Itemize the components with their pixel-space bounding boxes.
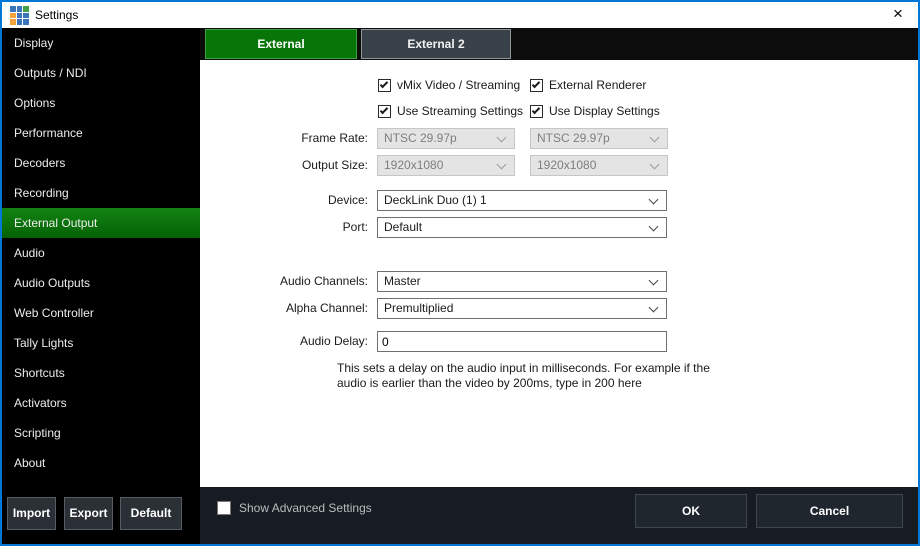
sidebar-item-options[interactable]: Options [2,88,200,118]
chevron-down-icon [649,276,659,286]
port-label: Port: [200,217,368,238]
main-panel: External External 2 vMix Video / Streami… [200,28,918,544]
titlebar: Settings × [2,2,918,28]
check-icon [380,106,388,114]
alpha-channel-select[interactable]: Premultiplied [377,298,667,319]
chevron-down-icon [650,133,660,143]
external-renderer-label: External Renderer [549,78,646,93]
sidebar-item-tally-lights[interactable]: Tally Lights [2,328,200,358]
output-size-value-2: 1920x1080 [537,158,596,172]
frame-rate-label: Frame Rate: [200,128,368,149]
use-streaming-settings-label: Use Streaming Settings [397,104,523,119]
vmix-video-streaming-label: vMix Video / Streaming [397,78,520,93]
check-icon [532,80,540,88]
settings-window: Settings × Display Outputs / NDI Options… [0,0,920,546]
default-button[interactable]: Default [120,497,182,530]
sidebar-item-shortcuts[interactable]: Shortcuts [2,358,200,388]
dialog-footer: Show Advanced Settings OK Cancel [200,487,918,544]
output-size-label: Output Size: [200,155,368,176]
audio-delay-help-text: This sets a delay on the audio input in … [337,361,713,391]
audio-channels-value: Master [384,274,421,288]
chevron-down-icon [649,195,659,205]
show-advanced-settings-checkbox[interactable] [217,501,231,515]
sidebar-item-audio-outputs[interactable]: Audio Outputs [2,268,200,298]
alpha-channel-label: Alpha Channel: [200,298,368,319]
tab-strip: External External 2 [200,28,918,60]
vmix-logo-icon [10,6,29,25]
audio-channels-select[interactable]: Master [377,271,667,292]
frame-rate-select-2[interactable]: NTSC 29.97p [530,128,668,149]
ok-button[interactable]: OK [635,494,747,528]
vmix-video-streaming-checkbox[interactable] [378,79,391,92]
check-icon [380,80,388,88]
chevron-down-icon [649,222,659,232]
sidebar-item-activators[interactable]: Activators [2,388,200,418]
output-size-select-2[interactable]: 1920x1080 [530,155,668,176]
close-icon[interactable]: × [882,2,914,28]
sidebar-item-outputs-ndi[interactable]: Outputs / NDI [2,58,200,88]
device-label: Device: [200,190,368,211]
chevron-down-icon [497,160,507,170]
sidebar-item-scripting[interactable]: Scripting [2,418,200,448]
alpha-channel-value: Premultiplied [384,301,453,315]
sidebar-item-display[interactable]: Display [2,28,200,58]
show-advanced-settings-label: Show Advanced Settings [239,499,372,517]
sidebar-item-about[interactable]: About [2,448,200,478]
output-size-value-1: 1920x1080 [384,158,443,172]
output-size-select-1[interactable]: 1920x1080 [377,155,515,176]
sidebar-item-recording[interactable]: Recording [2,178,200,208]
frame-rate-value-1: NTSC 29.97p [384,131,457,145]
audio-channels-label: Audio Channels: [200,271,368,292]
export-button[interactable]: Export [64,497,113,530]
sidebar-item-audio[interactable]: Audio [2,238,200,268]
sidebar-item-performance[interactable]: Performance [2,118,200,148]
use-display-settings-checkbox[interactable] [530,105,543,118]
use-streaming-settings-checkbox[interactable] [378,105,391,118]
port-value: Default [384,220,422,234]
tab-external-2[interactable]: External 2 [361,29,511,59]
audio-delay-label: Audio Delay: [200,331,368,352]
cancel-button[interactable]: Cancel [756,494,903,528]
check-icon [532,106,540,114]
sidebar-item-web-controller[interactable]: Web Controller [2,298,200,328]
port-select[interactable]: Default [377,217,667,238]
tab-external[interactable]: External [205,29,357,59]
sidebar-item-decoders[interactable]: Decoders [2,148,200,178]
external-output-panel: vMix Video / Streaming External Renderer… [200,60,918,487]
sidebar-item-external-output[interactable]: External Output [2,208,200,238]
device-select[interactable]: DeckLink Duo (1) 1 [377,190,667,211]
chevron-down-icon [650,160,660,170]
frame-rate-select-1[interactable]: NTSC 29.97p [377,128,515,149]
window-title: Settings [35,2,78,28]
device-value: DeckLink Duo (1) 1 [384,193,487,207]
chevron-down-icon [649,303,659,313]
import-button[interactable]: Import [7,497,56,530]
settings-sidebar: Display Outputs / NDI Options Performanc… [2,28,200,544]
chevron-down-icon [497,133,507,143]
external-renderer-checkbox[interactable] [530,79,543,92]
frame-rate-value-2: NTSC 29.97p [537,131,610,145]
audio-delay-input[interactable] [377,331,667,352]
use-display-settings-label: Use Display Settings [549,104,660,119]
